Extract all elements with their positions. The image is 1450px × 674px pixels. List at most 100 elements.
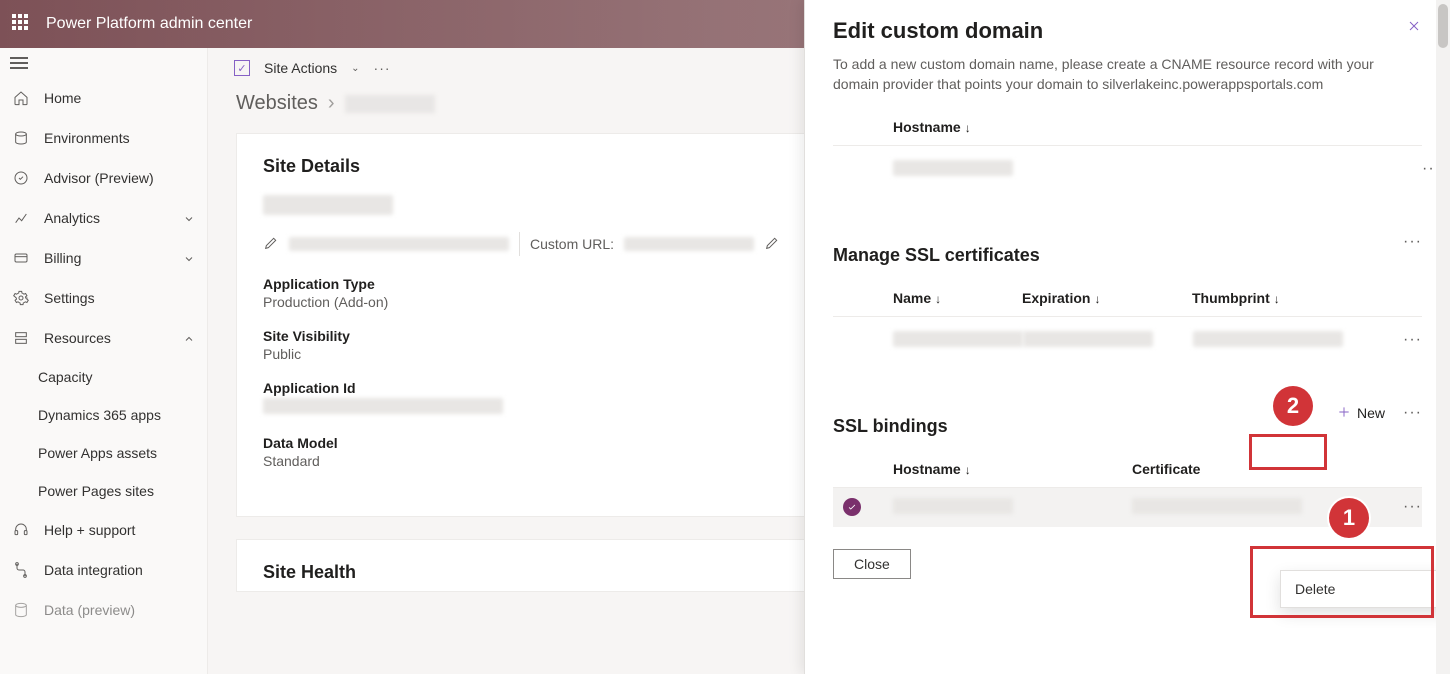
chevron-down-icon	[183, 252, 195, 264]
sort-arrow-icon: ↓	[965, 121, 971, 135]
annotation-badge-2: 2	[1273, 386, 1313, 426]
nav-label: Resources	[44, 330, 169, 346]
card-title: Site Details	[263, 156, 360, 177]
headset-icon	[12, 521, 30, 539]
billing-icon	[12, 249, 30, 267]
sort-arrow-icon: ↓	[965, 463, 971, 477]
environments-icon	[12, 129, 30, 147]
hostname-column[interactable]: Hostname	[893, 119, 961, 135]
nav-label: Data (preview)	[44, 602, 195, 618]
new-label: New	[1357, 405, 1385, 421]
binding-cert-redacted	[1132, 498, 1302, 514]
nav-label: Analytics	[44, 210, 169, 226]
nav-help-support[interactable]: Help + support	[0, 510, 207, 550]
hamburger-button[interactable]	[0, 48, 207, 78]
nav-capacity[interactable]: Capacity	[0, 358, 207, 396]
nav-label: Help + support	[44, 522, 195, 538]
waffle-icon[interactable]	[12, 14, 32, 34]
database-icon	[12, 601, 30, 619]
nav-billing[interactable]: Billing	[0, 238, 207, 278]
cert-thumb-redacted	[1193, 331, 1343, 347]
close-panel-button[interactable]	[1406, 18, 1422, 37]
toolbar-overflow-button[interactable]: ···	[374, 60, 391, 76]
analytics-icon	[12, 209, 30, 227]
nav-power-apps-assets[interactable]: Power Apps assets	[0, 434, 207, 472]
nav-label: Home	[44, 90, 195, 106]
custom-url-label: Custom URL:	[530, 236, 614, 252]
certificate-column[interactable]: Certificate	[1132, 461, 1200, 477]
pencil-icon[interactable]	[764, 235, 780, 254]
hostname-redacted	[893, 160, 1013, 176]
custom-url-redacted	[624, 237, 754, 251]
hostname-row[interactable]: ···	[833, 146, 1422, 193]
nav-power-pages-sites[interactable]: Power Pages sites	[0, 472, 207, 510]
ssl-cert-row[interactable]: ···	[833, 317, 1422, 364]
row-overflow-button[interactable]: ···	[1362, 331, 1422, 349]
bindings-overflow[interactable]: ···	[1403, 404, 1422, 422]
resources-icon	[12, 329, 30, 347]
nav-data-preview[interactable]: Data (preview)	[0, 590, 207, 630]
field-label: Data Model	[263, 435, 829, 451]
ssl-section-overflow[interactable]: ···	[1403, 233, 1422, 251]
breadcrumb-separator: ›	[328, 92, 335, 115]
nav-label: Advisor (Preview)	[44, 170, 195, 186]
sort-arrow-icon: ↓	[935, 292, 941, 306]
nav-d365-apps[interactable]: Dynamics 365 apps	[0, 396, 207, 434]
new-ssl-binding-button[interactable]: New	[1329, 403, 1393, 424]
plus-icon	[1337, 405, 1351, 422]
annotation-badge-1: 1	[1329, 498, 1369, 538]
home-icon	[12, 89, 30, 107]
advisor-icon	[12, 169, 30, 187]
site-url-redacted	[289, 237, 509, 251]
nav-data-integration[interactable]: Data integration	[0, 550, 207, 590]
app-title: Power Platform admin center	[46, 15, 252, 33]
nav-label: Billing	[44, 250, 169, 266]
nav-settings[interactable]: Settings	[0, 278, 207, 318]
pencil-icon[interactable]	[263, 235, 279, 254]
cert-name-redacted	[893, 331, 1023, 347]
site-actions-check-icon: ✓	[234, 60, 250, 76]
site-actions-button[interactable]: Site Actions	[264, 60, 337, 76]
nav-label: Environments	[44, 130, 195, 146]
hostname-table-header: Hostname ↓	[833, 95, 1422, 146]
divider	[519, 232, 520, 256]
breadcrumb-current	[345, 95, 435, 113]
annotation-box-1	[1250, 546, 1434, 618]
binding-host-redacted	[893, 498, 1013, 514]
thumbprint-column[interactable]: Thumbprint	[1192, 290, 1270, 306]
selected-check-icon	[843, 498, 861, 516]
nav-label: Data integration	[44, 562, 195, 578]
close-button[interactable]: Close	[833, 549, 911, 579]
chevron-down-icon: ⌄	[351, 63, 359, 74]
bindings-table-header: Hostname ↓ Certificate	[833, 437, 1422, 488]
row-overflow-button[interactable]: ···	[1222, 160, 1422, 178]
sort-arrow-icon: ↓	[1094, 292, 1100, 306]
ssl-table-header: Name ↓ Expiration ↓ Thumbprint ↓	[833, 266, 1422, 317]
panel-title: Edit custom domain	[833, 18, 1043, 44]
nav-environments[interactable]: Environments	[0, 118, 207, 158]
data-integration-icon	[12, 561, 30, 579]
annotation-box-2	[1249, 434, 1327, 470]
hostname-column[interactable]: Hostname	[893, 461, 961, 477]
cert-exp-redacted	[1023, 331, 1153, 347]
manage-ssl-title: Manage SSL certificates	[833, 245, 1040, 266]
breadcrumb-root[interactable]: Websites	[236, 92, 318, 115]
field-value: Production (Add-on)	[263, 294, 829, 310]
field-label: Application Id	[263, 380, 829, 396]
field-value: Public	[263, 346, 829, 362]
expiration-column[interactable]: Expiration	[1022, 290, 1090, 306]
site-name-redacted	[263, 195, 393, 215]
sort-arrow-icon: ↓	[1274, 292, 1280, 306]
app-id-redacted	[263, 398, 503, 414]
nav-home[interactable]: Home	[0, 78, 207, 118]
ssl-bindings-title: SSL bindings	[833, 416, 948, 437]
chevron-up-icon	[183, 332, 195, 344]
nav-advisor[interactable]: Advisor (Preview)	[0, 158, 207, 198]
row-overflow-button[interactable]: ···	[1362, 498, 1422, 516]
field-value: Standard	[263, 453, 829, 469]
chevron-down-icon	[183, 212, 195, 224]
name-column[interactable]: Name	[893, 290, 931, 306]
scrollbar[interactable]	[1436, 0, 1450, 674]
nav-analytics[interactable]: Analytics	[0, 198, 207, 238]
nav-resources[interactable]: Resources	[0, 318, 207, 358]
